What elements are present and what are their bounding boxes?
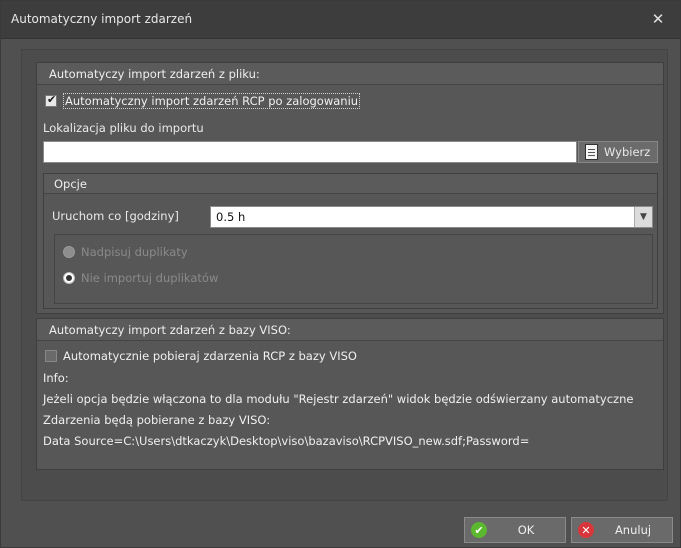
cancel-button-label: Anuluj xyxy=(614,523,652,537)
viso-import-group: Automatyczy import zdarzeń z bazy VISO: … xyxy=(36,318,664,470)
close-icon[interactable]: ✕ xyxy=(650,11,666,27)
file-import-header: Automatyczy import zdarzeń z pliku: xyxy=(37,63,663,85)
check-icon: ✔ xyxy=(471,522,487,538)
options-group: Opcje Uruchom co [godziny] 0.5 h ▼ Nadpi… xyxy=(43,173,658,309)
chevron-down-icon[interactable]: ▼ xyxy=(634,207,652,227)
radio-selected-icon[interactable] xyxy=(63,272,75,284)
radio-skip-duplicates[interactable]: Nie importuj duplikatów xyxy=(63,271,218,285)
browse-button[interactable]: Wybierz xyxy=(578,141,658,163)
duplicates-radio-group: Nadpisuj duplikaty Nie importuj duplikat… xyxy=(54,234,653,304)
radio-overwrite-label: Nadpisuj duplikaty xyxy=(81,245,188,259)
browse-button-label: Wybierz xyxy=(604,145,651,159)
options-header: Opcje xyxy=(44,174,657,194)
file-location-input[interactable] xyxy=(43,141,577,163)
info-heading: Info: xyxy=(43,371,69,385)
checkbox-unchecked-icon[interactable] xyxy=(45,350,57,362)
file-import-group: Automatyczy import zdarzeń z pliku: Auto… xyxy=(36,62,664,314)
viso-import-header: Automatyczy import zdarzeń z bazy VISO: xyxy=(37,319,663,341)
file-location-label: Lokalizacja pliku do importu xyxy=(43,121,204,135)
dialog-title: Automatyczny import zdarzeń xyxy=(11,12,193,26)
auto-import-checkbox[interactable]: Automatyczny import zdarzeń RCP po zalog… xyxy=(45,93,361,109)
checkbox-checked-icon[interactable] xyxy=(45,93,57,107)
radio-unselected-icon[interactable] xyxy=(63,246,75,258)
import-dialog: Automatyczny import zdarzeń ✕ Automatycz… xyxy=(0,0,681,548)
info-line-connection-string: Data Source=C:\Users\dtkaczyk\Desktop\vi… xyxy=(43,434,530,448)
radio-skip-label: Nie importuj duplikatów xyxy=(81,271,219,285)
ok-button[interactable]: ✔ OK xyxy=(464,517,566,543)
title-bar: Automatyczny import zdarzeń ✕ xyxy=(1,1,680,39)
auto-import-checkbox-label[interactable]: Automatyczny import zdarzeń RCP po zalog… xyxy=(63,93,361,109)
info-line-refresh: Jeżeli opcja będzie włączona to dla modu… xyxy=(43,392,634,406)
cancel-button[interactable]: ✕ Anuluj xyxy=(571,517,673,543)
ok-button-label: OK xyxy=(517,523,535,537)
radio-overwrite-duplicates[interactable]: Nadpisuj duplikaty xyxy=(63,245,188,259)
info-line-source-heading: Zdarzenia będą pobierane z bazy VISO: xyxy=(43,413,271,427)
viso-checkbox-label[interactable]: Automatycznie pobieraj zdarzenia RCP z b… xyxy=(63,349,357,363)
document-icon xyxy=(585,144,598,160)
dialog-content: Automatyczy import zdarzeń z pliku: Auto… xyxy=(21,49,668,501)
run-every-value: 0.5 h xyxy=(216,210,246,224)
run-every-label: Uruchom co [godziny] xyxy=(52,209,179,223)
viso-checkbox[interactable]: Automatycznie pobieraj zdarzenia RCP z b… xyxy=(45,349,357,363)
run-every-select[interactable]: 0.5 h ▼ xyxy=(210,206,653,228)
cancel-icon: ✕ xyxy=(578,522,594,538)
